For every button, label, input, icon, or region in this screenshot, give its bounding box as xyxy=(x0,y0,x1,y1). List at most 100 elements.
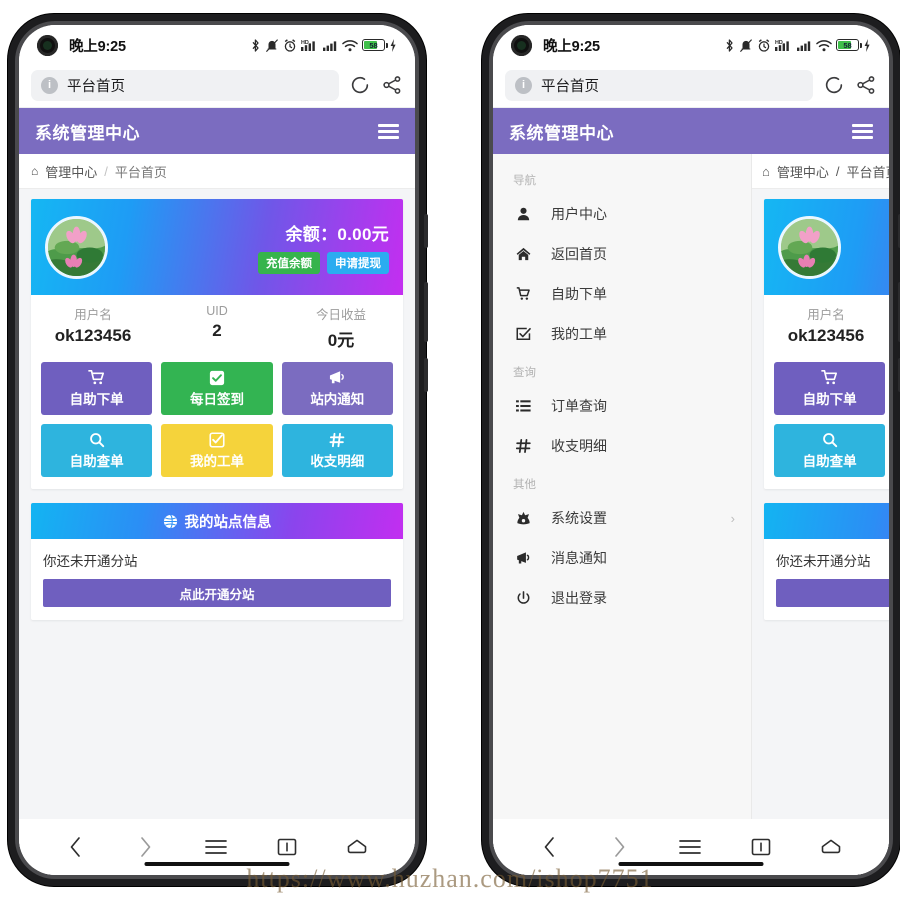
power-icon xyxy=(515,591,531,605)
hamburger-icon[interactable] xyxy=(852,123,873,139)
globe-icon xyxy=(163,514,177,528)
hd-signal-icon: HD xyxy=(775,40,789,51)
balance-line: 余额：0.00元 xyxy=(258,220,389,245)
url-bar[interactable]: i 平台首页 xyxy=(31,69,339,101)
lotus-avatar[interactable] xyxy=(45,215,108,279)
phone-left: 晚上9:25 HD 58 i 平台首页 系统管理中心 ⌂ 管理中心 / 平台首页… xyxy=(8,14,428,886)
open-substation-button[interactable]: 点此开通分站 xyxy=(776,579,889,607)
stat-today-income: 今日收益 0元 xyxy=(279,304,403,351)
tabs-icon[interactable] xyxy=(751,837,771,857)
quick-action-daily-checkin[interactable]: 每日签到 xyxy=(161,362,273,415)
home-icon xyxy=(515,247,531,261)
side-button-2[interactable] xyxy=(424,282,428,342)
side-button-1[interactable] xyxy=(424,214,428,248)
profile-banner: 余额：0.00元 充值余额 申请提现 xyxy=(764,199,889,295)
quick-action-transactions[interactable]: 收支明细 xyxy=(281,424,393,477)
tabs-icon[interactable] xyxy=(277,837,297,857)
recharge-button[interactable]: 充值余额 xyxy=(258,252,320,274)
breadcrumb-root[interactable]: 管理中心 xyxy=(777,162,829,181)
drawer-item-order-query[interactable]: 订单查询 xyxy=(493,386,751,426)
user-icon xyxy=(515,207,531,221)
breadcrumb-root[interactable]: 管理中心 xyxy=(45,162,97,181)
quick-action-label: 站内通知 xyxy=(310,392,365,407)
quick-action-my-tickets[interactable]: 我的工单 xyxy=(161,424,273,477)
reload-icon[interactable] xyxy=(823,74,845,96)
check-square-icon xyxy=(515,327,531,341)
lotus-avatar[interactable] xyxy=(778,215,841,279)
drawer-item-home[interactable]: 返回首页 xyxy=(493,234,751,274)
drawer-item-label: 自助下单 xyxy=(551,286,607,302)
reload-icon[interactable] xyxy=(349,74,371,96)
stat-uid: UID 2 xyxy=(155,304,279,351)
quick-action-self-order[interactable]: 自助下单 xyxy=(41,362,153,415)
stat-value: ok123456 xyxy=(54,326,132,345)
home-icon[interactable] xyxy=(346,837,368,857)
stat-value: ok123456 xyxy=(787,326,865,345)
menu-icon[interactable] xyxy=(679,838,701,856)
phone-screen-left: 晚上9:25 HD 58 i 平台首页 系统管理中心 ⌂ 管理中心 / 平台首页… xyxy=(19,25,415,875)
side-button-3[interactable] xyxy=(424,358,428,392)
drawer-item-user-center[interactable]: 用户中心 xyxy=(493,194,751,234)
drawer-item-logout[interactable]: 退出登录 xyxy=(493,578,751,618)
drawer-item-label: 消息通知 xyxy=(551,550,607,566)
search-icon xyxy=(89,431,105,448)
back-icon[interactable] xyxy=(540,835,560,859)
quick-action-self-query[interactable]: 自助查单 xyxy=(774,424,886,477)
forward-icon[interactable] xyxy=(135,835,155,859)
cart-icon xyxy=(515,287,531,301)
status-icons: HD 58 xyxy=(250,38,397,53)
url-bar[interactable]: i 平台首页 xyxy=(505,69,813,101)
quick-action-label: 自助查单 xyxy=(69,454,124,469)
drawer-item-system-settings[interactable]: 系统设置 › xyxy=(493,498,751,538)
bluetooth-icon xyxy=(726,38,733,52)
share-icon[interactable] xyxy=(855,74,877,96)
balance-label: 余额： xyxy=(285,225,338,244)
app-title: 系统管理中心 xyxy=(35,123,140,143)
hash-icon xyxy=(515,439,531,453)
stat-username: 用户名 ok123456 xyxy=(31,304,155,351)
drawer-layout: 导航 用户中心 返回首页 自助下单 我的工单 查询 订单查询 收支明细 其他 系… xyxy=(493,154,889,875)
share-icon[interactable] xyxy=(381,74,403,96)
browser-toolbar: i 平台首页 xyxy=(19,63,415,108)
breadcrumb-separator: / xyxy=(104,163,108,179)
quick-action-self-query[interactable]: 自助查单 xyxy=(41,424,153,477)
home-indicator[interactable] xyxy=(618,862,764,866)
front-camera-icon xyxy=(511,34,532,56)
android-nav-bar xyxy=(493,819,889,875)
drawer-item-self-order[interactable]: 自助下单 xyxy=(493,274,751,314)
site-info-body: 你还未开通分站 点此开通分站 xyxy=(31,539,403,620)
status-bar: 晚上9:25 HD 58 xyxy=(493,25,889,63)
withdraw-button[interactable]: 申请提现 xyxy=(327,252,389,274)
quick-action-self-order[interactable]: 自助下单 xyxy=(774,362,886,415)
back-icon[interactable] xyxy=(66,835,86,859)
site-info-title: 我的站点信息 xyxy=(184,514,272,531)
stat-label: 用户名 xyxy=(74,308,112,322)
app-header: 系统管理中心 xyxy=(493,108,889,154)
quick-action-site-notice[interactable]: 站内通知 xyxy=(281,362,393,415)
open-substation-button[interactable]: 点此开通分站 xyxy=(43,579,391,607)
status-icons: HD 58 xyxy=(724,38,871,53)
quick-actions-row: 自助查单 我的工单 收支明细 xyxy=(41,424,393,477)
hash-icon xyxy=(329,431,345,448)
drawer-section-title: 查询 xyxy=(513,367,536,379)
app-header: 系统管理中心 xyxy=(19,108,415,154)
alarm-icon xyxy=(284,38,296,52)
drawer-item-message-notice[interactable]: 消息通知 xyxy=(493,538,751,578)
menu-icon[interactable] xyxy=(205,838,227,856)
drawer-item-transactions[interactable]: 收支明细 xyxy=(493,426,751,466)
site-info-message: 你还未开通分站 xyxy=(43,554,138,569)
quick-actions-grid: 自助下单 每日签到 站内通知 xyxy=(764,362,889,489)
profile-card: 余额：0.00元 充值余额 申请提现 用 xyxy=(764,199,889,489)
drawer-item-my-tickets[interactable]: 我的工单 xyxy=(493,314,751,354)
balance-block: 余额：0.00元 充值余额 申请提现 xyxy=(258,220,389,274)
status-clock: 晚上9:25 xyxy=(543,38,600,55)
chevron-right-icon: › xyxy=(730,510,735,526)
list-icon xyxy=(515,399,531,413)
drawer-item-label: 用户中心 xyxy=(551,206,607,222)
forward-icon[interactable] xyxy=(609,835,629,859)
balance-value: 0.00元 xyxy=(337,225,389,244)
home-icon[interactable] xyxy=(820,837,842,857)
home-indicator[interactable] xyxy=(144,862,290,866)
balance-actions: 充值余额 申请提现 xyxy=(258,252,389,274)
hamburger-icon[interactable] xyxy=(378,123,399,139)
